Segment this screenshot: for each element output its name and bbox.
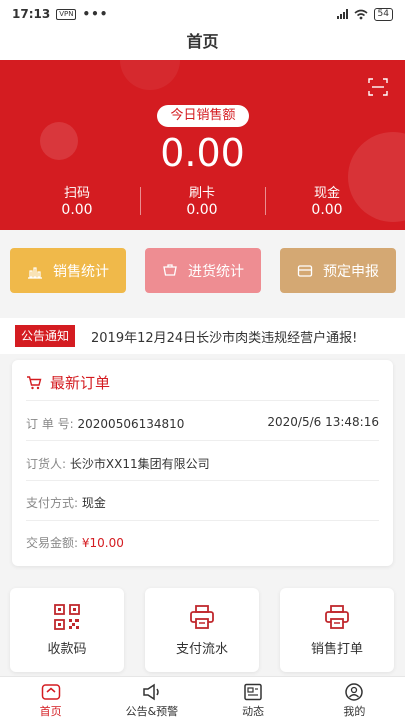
divider xyxy=(26,520,379,521)
metric-value: 0.00 xyxy=(311,202,343,218)
tab-label: 首页 xyxy=(39,705,62,718)
buyer-name: 长沙市XX11集团有限公司 xyxy=(69,457,210,471)
divider xyxy=(26,480,379,481)
more-notifications-icon: ••• xyxy=(82,7,109,21)
tab-profile[interactable]: 我的 xyxy=(304,677,405,720)
battery-icon: 54 xyxy=(373,7,393,21)
qr-code-icon xyxy=(54,604,80,630)
purchase-stats-label: 进货统计 xyxy=(188,263,244,280)
amount-row: 交易金额: ¥10.00 xyxy=(26,534,379,551)
order-number-label: 订 单 号: xyxy=(26,417,74,431)
tab-label: 我的 xyxy=(343,705,366,718)
metric-label: 扫码 xyxy=(63,186,90,201)
home-icon xyxy=(41,684,60,700)
sales-stats-label: 销售统计 xyxy=(53,263,109,280)
payment-row: 支付方式: 现金 xyxy=(26,494,379,511)
decor-circle xyxy=(120,60,180,90)
metric-scan: 扫码 0.00 xyxy=(12,185,142,219)
scan-icon[interactable] xyxy=(368,78,388,96)
amount-value: ¥10.00 xyxy=(81,536,124,550)
wifi-icon xyxy=(354,9,368,19)
megaphone-icon xyxy=(143,683,159,701)
payment-qr-button[interactable]: 收款码 xyxy=(10,588,124,672)
vpn-icon: VPN xyxy=(56,8,77,20)
sales-print-label: 销售打单 xyxy=(310,642,363,657)
payment-flow-button[interactable]: 支付流水 xyxy=(145,588,259,672)
divider xyxy=(26,440,379,441)
payment-flow-label: 支付流水 xyxy=(175,642,228,657)
metric-label: 刷卡 xyxy=(188,186,215,201)
notice-bar[interactable]: 公告通知 2019年12月24日长沙市肉类违规经营户通报! xyxy=(0,318,405,354)
page-title: 首页 xyxy=(0,28,405,60)
sales-summary-panel: 今日销售额 0.00 扫码 0.00 刷卡 0.00 现金 0.00 xyxy=(0,60,405,230)
sales-stats-button[interactable]: 销售统计 xyxy=(10,248,126,293)
metric-value: 0.00 xyxy=(61,202,93,218)
order-number: 20200506134810 xyxy=(77,417,185,431)
amount-label: 交易金额: xyxy=(26,536,79,550)
metric-card: 刷卡 0.00 xyxy=(137,185,267,219)
payment-label: 支付方式: xyxy=(26,496,79,510)
buyer-label: 订货人: xyxy=(26,457,67,471)
latest-order-card[interactable]: 最新订单 订 单 号: 20200506134810 2020/5/6 13:4… xyxy=(12,360,393,566)
status-bar: 17:13 VPN ••• 54 xyxy=(0,0,405,28)
printer-icon xyxy=(325,605,349,629)
payment-method: 现金 xyxy=(81,496,106,510)
payment-qr-label: 收款码 xyxy=(47,642,87,657)
notice-text[interactable]: 2019年12月24日长沙市肉类违规经营户通报! xyxy=(91,327,357,346)
bar-chart-icon xyxy=(28,266,42,279)
tab-label: 动态 xyxy=(242,705,265,718)
order-datetime: 2020/5/6 13:48:16 xyxy=(267,415,379,429)
tab-news[interactable]: 动态 xyxy=(203,677,304,720)
tab-label: 公告&预警 xyxy=(125,705,179,718)
user-icon xyxy=(345,683,364,701)
metric-cash: 现金 0.00 xyxy=(262,185,392,219)
cart-icon xyxy=(27,376,42,390)
notice-tag: 公告通知 xyxy=(15,325,76,347)
today-sales-label: 今日销售额 xyxy=(157,105,249,127)
buyer-row: 订货人: 长沙市XX11集团有限公司 xyxy=(26,455,379,472)
order-card-title: 最新订单 xyxy=(50,374,111,392)
sales-print-button[interactable]: 销售打单 xyxy=(280,588,394,672)
signal-icon xyxy=(336,9,348,19)
tab-notice-alert[interactable]: 公告&预警 xyxy=(101,677,202,720)
tab-home[interactable]: 首页 xyxy=(0,677,101,720)
news-icon xyxy=(244,683,262,701)
metric-label: 现金 xyxy=(313,186,340,201)
printer-icon xyxy=(190,605,214,629)
metric-value: 0.00 xyxy=(186,202,218,218)
purchase-stats-button[interactable]: 进货统计 xyxy=(145,248,261,293)
reservation-label: 预定申报 xyxy=(323,263,379,280)
order-number-row: 订 单 号: 20200506134810 2020/5/6 13:48:16 xyxy=(26,415,379,432)
reservation-button[interactable]: 预定申报 xyxy=(280,248,396,293)
today-sales-total: 0.00 xyxy=(160,131,245,175)
status-time: 17:13 xyxy=(12,7,51,21)
card-icon xyxy=(297,264,313,277)
bottom-tab-bar: 首页 公告&预警 动态 我的 xyxy=(0,676,405,720)
divider xyxy=(26,400,379,401)
cart-stats-icon xyxy=(163,263,177,276)
order-card-header: 最新订单 xyxy=(26,372,110,393)
